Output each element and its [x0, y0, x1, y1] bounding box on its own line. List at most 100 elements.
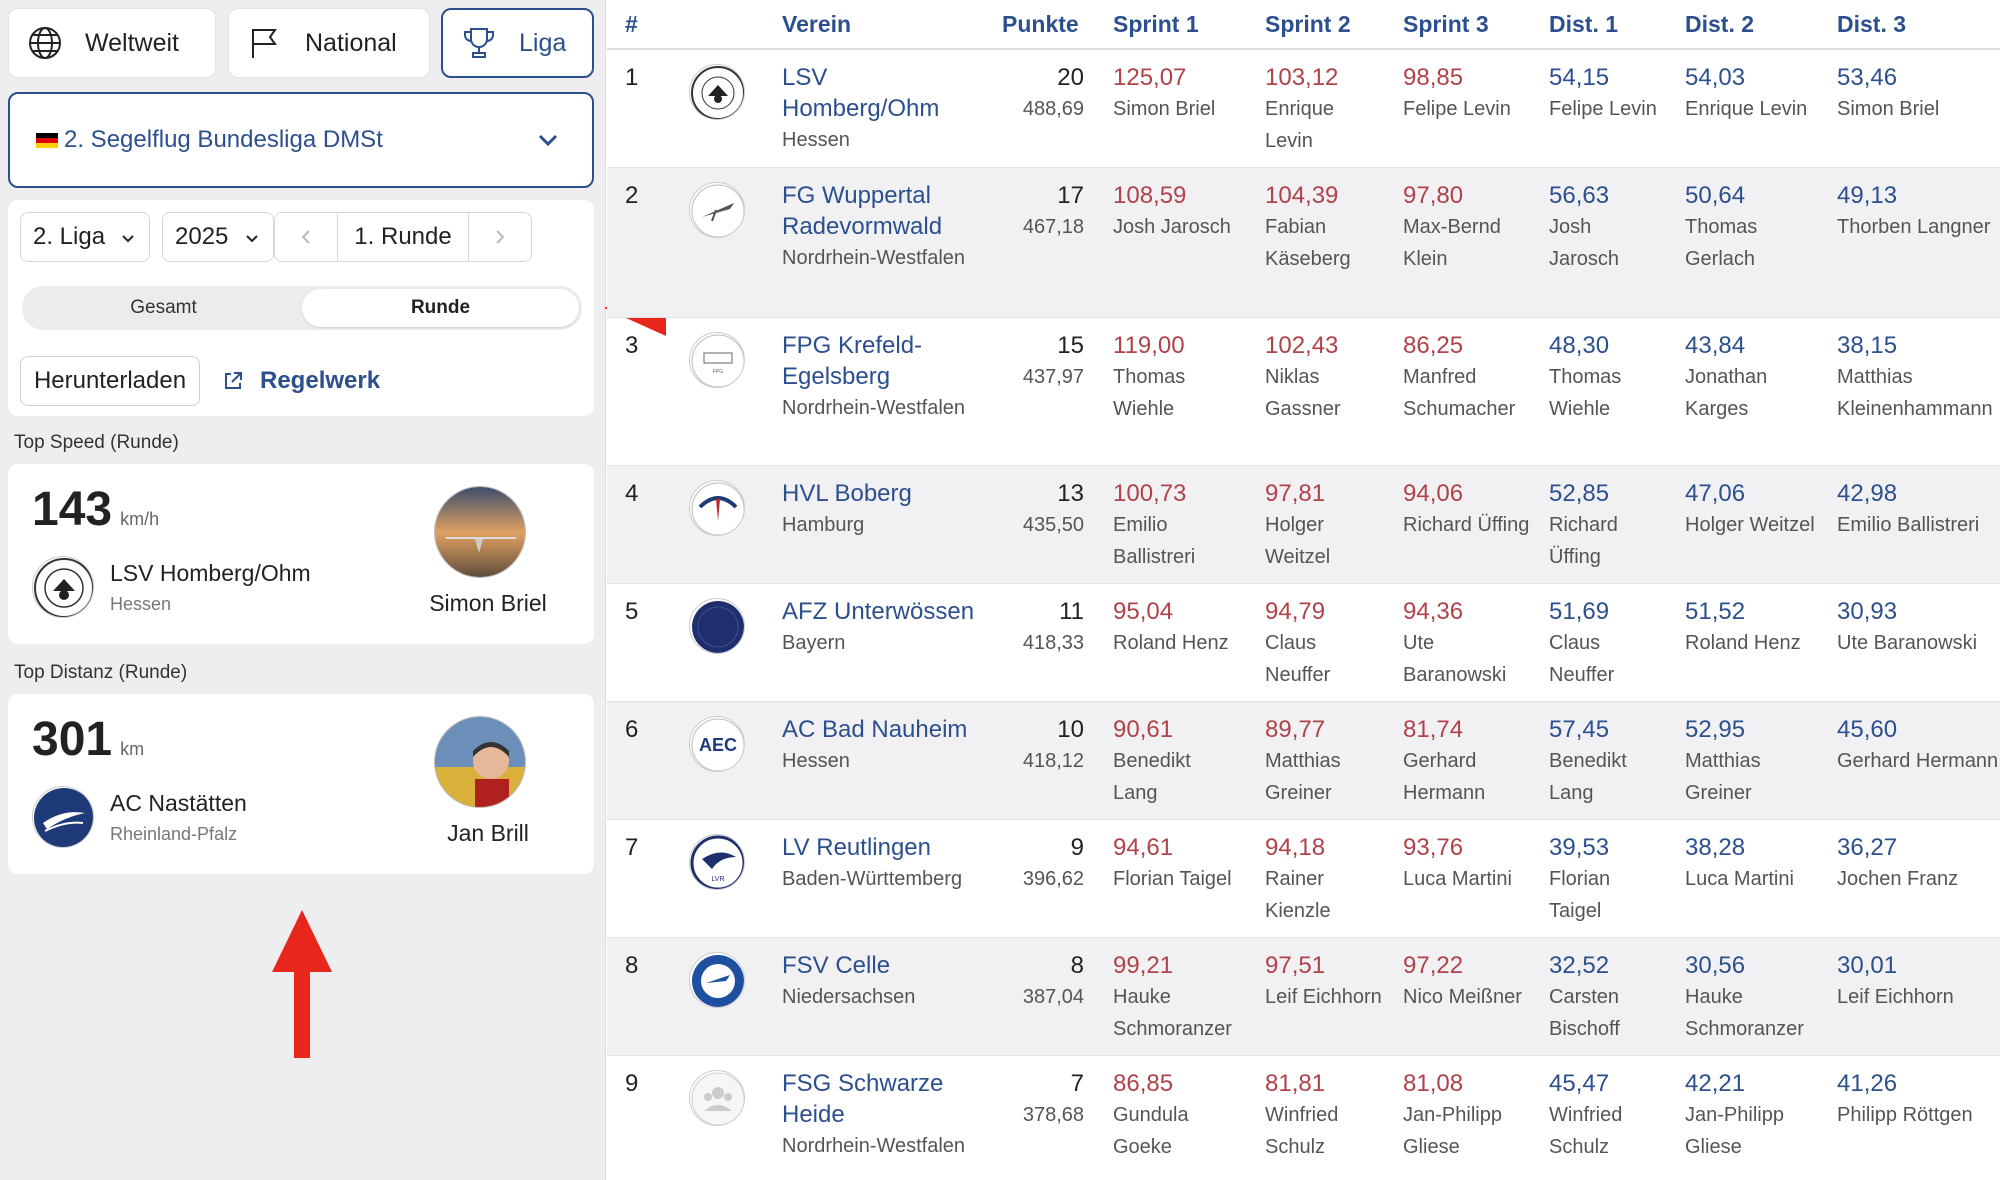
points-cell: 8 387,04 — [982, 950, 1084, 1013]
club-region: Baden-Württemberg — [782, 868, 963, 890]
club-logo — [689, 952, 745, 1008]
row-points: 15 — [1057, 332, 1084, 359]
dist2-pilot: Enrique Levin — [1685, 98, 1808, 120]
club-name-link[interactable]: LSV Homberg/Ohm — [782, 62, 982, 124]
dist1-value: 32,52 — [1549, 952, 1610, 979]
league-select[interactable]: 2. Segelflug Bundesliga DMSt — [8, 92, 594, 188]
row-rank: 2 — [625, 182, 639, 209]
dist3-value: 36,27 — [1837, 834, 1898, 861]
row-score: 435,50 — [1022, 514, 1084, 536]
table-row[interactable]: 7 LVR LV Reutlingen Baden-Württemberg 9 3… — [607, 820, 2000, 938]
dist1-value: 51,69 — [1549, 598, 1610, 625]
table-row[interactable]: 8 FSV Celle Niedersachsen 8 387,04 99,21… — [607, 938, 2000, 1056]
sprint1-cell: 95,04 Roland Henz — [1113, 596, 1233, 659]
sprint1-cell: 99,21 Hauke Schmoranzer — [1113, 950, 1233, 1045]
league-level-select[interactable]: 2. Liga — [20, 212, 150, 262]
sprint3-cell: 98,85 Felipe Levin — [1403, 62, 1533, 125]
row-rank: 9 — [625, 1070, 639, 1097]
club-logo: FPG — [689, 332, 745, 388]
row-rank: 6 — [625, 716, 639, 743]
sprint1-value: 94,61 — [1113, 834, 1174, 861]
sprint3-cell: 94,06 Richard Üffing — [1403, 478, 1533, 541]
tab-worldwide-label: Weltweit — [85, 28, 180, 57]
dist1-value: 54,15 — [1549, 64, 1610, 91]
col-sprint1[interactable]: Sprint 1 — [1113, 11, 1199, 38]
dist3-cell: 49,13 Thorben Langner — [1837, 180, 2000, 243]
top-speed-region: Hessen — [110, 594, 172, 614]
sprint3-cell: 93,76 Luca Martini — [1403, 832, 1533, 895]
club-logo — [689, 1070, 745, 1126]
dist1-pilot: Florian Taigel — [1549, 868, 1611, 922]
table-row[interactable]: 4 HVL Boberg Hamburg 13 435,50 100,73 Em… — [607, 466, 2000, 584]
col-points[interactable]: Punkte — [1002, 11, 1079, 38]
points-cell: 9 396,62 — [982, 832, 1084, 895]
year-select[interactable]: 2025 — [162, 212, 274, 262]
club-name-link[interactable]: AFZ Unterwössen — [782, 596, 982, 627]
toggle-round[interactable]: Runde — [302, 289, 579, 327]
sprint2-cell: 97,81 Holger Weitzel — [1265, 478, 1385, 573]
table-row[interactable]: 2 FG Wuppertal Radevormwald Nordrhein-We… — [607, 168, 2000, 318]
download-button[interactable]: Herunterladen — [20, 356, 200, 406]
club-name-link[interactable]: HVL Boberg — [782, 478, 982, 509]
sprint1-value: 99,21 — [1113, 952, 1174, 979]
previous-round-button[interactable] — [275, 213, 337, 261]
sprint1-pilot: Benedikt Lang — [1113, 750, 1191, 804]
dist2-pilot: Hauke Schmoranzer — [1685, 986, 1804, 1040]
row-rank: 1 — [625, 64, 639, 91]
table-row[interactable]: 9 FSG Schwarze Heide Nordrhein-Westfalen… — [607, 1056, 2000, 1180]
club-logo — [689, 64, 745, 120]
col-dist3[interactable]: Dist. 3 — [1837, 11, 1906, 38]
club-logo — [32, 786, 94, 848]
table-row[interactable]: 5 AFZ Unterwössen Bayern 11 418,33 95,04… — [607, 584, 2000, 702]
dist3-cell: 38,15 Matthias Kleinenhammann — [1837, 330, 2000, 425]
col-rank[interactable]: # — [625, 11, 638, 38]
sprint3-cell: 97,80 Max-Bernd Klein — [1403, 180, 1533, 275]
club-logo: LVR — [689, 834, 745, 890]
table-row[interactable]: 3 FPG FPG Krefeld-Egelsberg Nordrhein-Wes… — [607, 318, 2000, 466]
avatar — [434, 486, 526, 578]
dist2-cell: 43,84 Jonathan Karges — [1685, 330, 1825, 425]
tab-league[interactable]: Liga — [441, 8, 594, 78]
tab-worldwide[interactable]: Weltweit — [8, 8, 216, 78]
col-sprint2[interactable]: Sprint 2 — [1265, 11, 1351, 38]
table-row[interactable]: 1 LSV Homberg/Ohm Hessen 20 488,69 125,0… — [607, 50, 2000, 168]
dist3-pilot: Ute Baranowski — [1837, 632, 1978, 654]
club-cell: FPG Krefeld-Egelsberg Nordrhein-Westfale… — [782, 330, 982, 424]
sprint3-value: 94,06 — [1403, 480, 1464, 507]
rules-link[interactable]: Regelwerk — [222, 356, 380, 406]
sprint3-value: 94,36 — [1403, 598, 1464, 625]
club-name-link[interactable]: FSV Celle — [782, 950, 982, 981]
dist2-cell: 54,03 Enrique Levin — [1685, 62, 1825, 125]
sprint2-cell: 103,12 Enrique Levin — [1265, 62, 1385, 157]
sprint3-cell: 94,36 Ute Baranowski — [1403, 596, 1533, 691]
club-name-link[interactable]: FSG Schwarze Heide — [782, 1068, 982, 1130]
view-toggle: Gesamt Runde — [22, 286, 582, 330]
points-cell: 15 437,97 — [982, 330, 1084, 393]
col-club[interactable]: Verein — [782, 11, 851, 38]
dist2-value: 30,56 — [1685, 952, 1746, 979]
club-name-link[interactable]: AC Bad Nauheim — [782, 714, 982, 745]
club-name-link[interactable]: FPG Krefeld-Egelsberg — [782, 330, 982, 392]
dist3-pilot: Simon Briel — [1837, 98, 1940, 120]
club-cell: HVL Boberg Hamburg — [782, 478, 982, 541]
sprint2-value: 104,39 — [1265, 182, 1339, 209]
dist2-pilot: Matthias Greiner — [1685, 750, 1761, 804]
club-name-link[interactable]: FG Wuppertal Radevormwald — [782, 180, 982, 242]
col-sprint3[interactable]: Sprint 3 — [1403, 11, 1489, 38]
sprint3-value: 98,85 — [1403, 64, 1464, 91]
next-round-button[interactable] — [469, 213, 531, 261]
points-cell: 20 488,69 — [982, 62, 1084, 125]
dist2-value: 52,95 — [1685, 716, 1746, 743]
dist2-value: 42,21 — [1685, 1070, 1746, 1097]
col-dist2[interactable]: Dist. 2 — [1685, 11, 1754, 38]
toggle-total[interactable]: Gesamt — [25, 289, 302, 327]
dist3-pilot: Philipp Röttgen — [1837, 1104, 1973, 1126]
row-rank: 3 — [625, 332, 639, 359]
tab-national[interactable]: National — [228, 8, 430, 78]
dist1-value: 56,63 — [1549, 182, 1610, 209]
table-row[interactable]: 6 AEC AC Bad Nauheim Hessen 10 418,12 90,… — [607, 702, 2000, 820]
top-distance-club: AC Nastätten — [110, 790, 247, 816]
row-points: 17 — [1057, 182, 1084, 209]
club-name-link[interactable]: LV Reutlingen — [782, 832, 982, 863]
col-dist1[interactable]: Dist. 1 — [1549, 11, 1618, 38]
